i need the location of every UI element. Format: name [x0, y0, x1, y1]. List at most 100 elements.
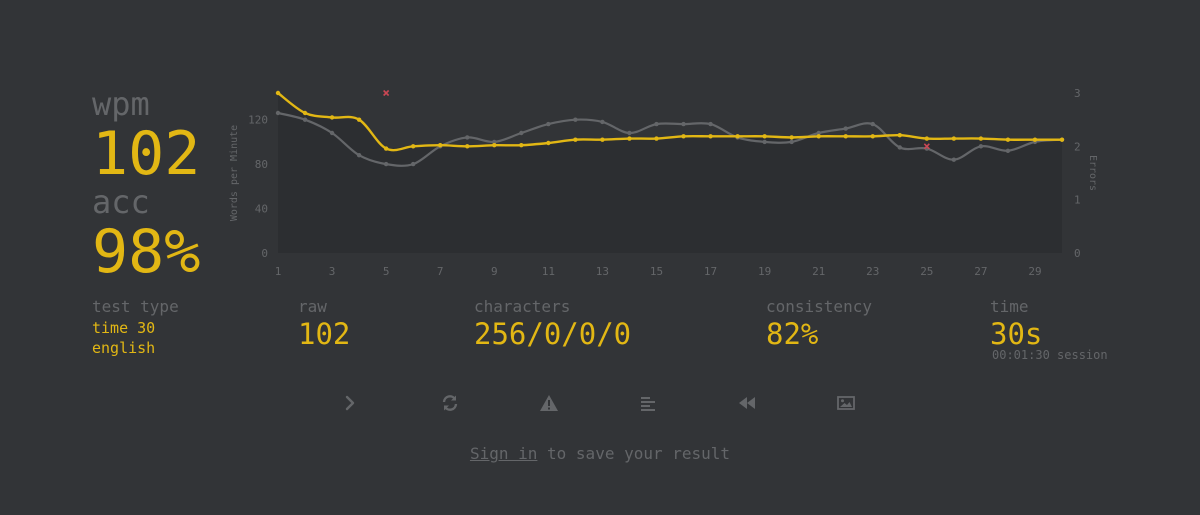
wpm-point — [816, 134, 821, 139]
x-tick-label: 11 — [542, 265, 555, 278]
wpm-point — [356, 117, 362, 122]
wpm-point — [600, 137, 605, 142]
y-tick-label: 40 — [255, 203, 268, 216]
raw-point — [708, 121, 713, 127]
wpm-point — [978, 136, 984, 141]
acc-label: acc — [92, 183, 150, 221]
test-type-language: english — [92, 339, 156, 357]
image-icon — [837, 396, 855, 410]
restart-test-button[interactable] — [432, 385, 468, 421]
x-tick-label: 9 — [491, 265, 498, 278]
x-tick-label: 5 — [383, 265, 390, 278]
x-tick-label: 29 — [1028, 265, 1041, 278]
wpm-point — [1005, 137, 1011, 142]
y-axis-title: Words per Minute — [229, 125, 240, 221]
wpm-point — [438, 143, 443, 148]
wpm-point — [708, 134, 713, 139]
wpm-point — [275, 90, 281, 96]
raw-point — [356, 153, 362, 158]
raw-point — [383, 161, 389, 167]
wpm-point — [654, 136, 659, 141]
wpm-point — [519, 143, 524, 148]
x-tick-label: 7 — [437, 265, 444, 278]
y2-axis-title: Errors — [1087, 155, 1098, 191]
raw-point — [519, 130, 524, 136]
chevron-right-icon — [343, 395, 357, 411]
wpm-point — [1059, 137, 1065, 142]
wpm-point — [870, 134, 875, 139]
time-value: 30s — [990, 317, 1043, 351]
wpm-point — [573, 137, 578, 142]
report-button[interactable] — [531, 385, 567, 421]
wpm-point — [681, 134, 686, 139]
raw-point — [329, 130, 335, 136]
raw-point — [789, 139, 794, 145]
x-tick-label: 19 — [758, 265, 771, 278]
characters-label: characters — [474, 297, 571, 316]
wpm-value: 102 — [92, 119, 201, 189]
x-tick-label: 25 — [920, 265, 933, 278]
raw-label: raw — [298, 297, 327, 316]
x-tick-label: 23 — [866, 265, 879, 278]
sign-in-notice: Sign in to save your result — [0, 444, 1200, 463]
wpm-point — [410, 144, 416, 149]
raw-point — [762, 139, 767, 145]
raw-point — [600, 119, 605, 125]
x-tick-label: 21 — [812, 265, 825, 278]
wpm-point — [789, 135, 794, 140]
wpm-chart: 0408012001231 3 5 7 9 11 13 15 17 19 21 23 25 27 29Wor… — [229, 87, 1098, 278]
wpm-label: wpm — [92, 85, 150, 123]
wpm-area-fill — [278, 93, 1062, 253]
raw-point — [843, 126, 848, 131]
characters-value: 256/0/0/0 — [474, 317, 632, 351]
wpm-point — [492, 143, 497, 148]
raw-point — [1005, 148, 1011, 153]
wpm-point — [843, 134, 848, 139]
wpm-point — [329, 115, 335, 120]
wpm-point — [465, 144, 470, 149]
next-test-button[interactable] — [332, 385, 368, 421]
session-time: 00:01:30 session — [992, 348, 1108, 362]
wpm-point — [762, 134, 767, 139]
raw-point — [465, 135, 470, 140]
wpm-point — [383, 146, 389, 151]
x-tick-label: 15 — [650, 265, 663, 278]
test-type-label: test type — [92, 297, 179, 316]
wpm-point — [924, 136, 930, 141]
raw-point — [410, 161, 416, 167]
y-tick-label: 80 — [255, 158, 268, 171]
wpm-point — [897, 133, 902, 138]
y2-tick-label: 0 — [1074, 247, 1081, 260]
wpm-point — [546, 140, 551, 146]
raw-point — [546, 121, 551, 127]
wpm-point — [302, 110, 308, 116]
raw-point — [870, 121, 875, 127]
wpm-point — [735, 134, 740, 139]
consistency-label: consistency — [766, 297, 872, 316]
wpm-point — [951, 136, 957, 141]
raw-point — [897, 145, 902, 150]
y-tick-label: 120 — [248, 114, 268, 127]
backward-icon — [738, 396, 756, 410]
x-tick-label: 3 — [329, 265, 336, 278]
x-tick-label: 27 — [974, 265, 987, 278]
words-history-button[interactable] — [630, 385, 666, 421]
warning-icon — [539, 394, 559, 412]
raw-point — [573, 117, 578, 122]
sign-in-link[interactable]: Sign in — [470, 444, 537, 463]
wpm-point — [1032, 137, 1038, 142]
align-left-icon — [640, 395, 656, 411]
y2-tick-label: 1 — [1074, 194, 1081, 207]
raw-value: 102 — [298, 317, 351, 351]
y-tick-label: 0 — [261, 247, 268, 260]
screenshot-button[interactable] — [828, 385, 864, 421]
raw-point — [627, 130, 632, 136]
raw-point — [681, 121, 686, 127]
raw-point — [302, 117, 308, 122]
consistency-value: 82% — [766, 317, 819, 351]
wpm-point — [627, 136, 632, 141]
y2-tick-label: 2 — [1074, 140, 1081, 153]
raw-point — [275, 110, 281, 116]
time-label: time — [990, 297, 1029, 316]
replay-button[interactable] — [729, 385, 765, 421]
